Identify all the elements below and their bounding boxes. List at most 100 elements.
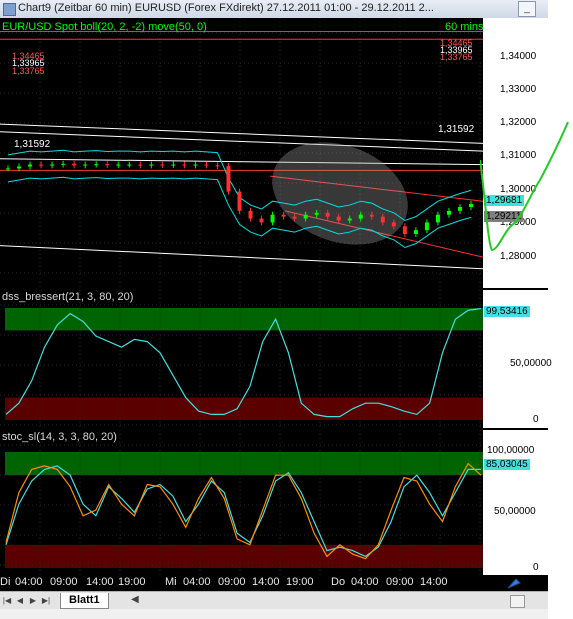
oversold-zone xyxy=(5,397,483,420)
sheet-tab-blatt1[interactable]: Blatt1 xyxy=(60,593,109,609)
time-label: 09:00 xyxy=(50,576,78,588)
candle-body xyxy=(314,212,319,215)
candle-body xyxy=(446,210,451,215)
stoc-panel[interactable]: stoc_sl(14, 3, 3, 80, 20) 100,00000 85,0… xyxy=(0,430,548,575)
trend-line xyxy=(0,131,483,152)
price-caption: EUR/USD Spot boll(20, 2, -2) move(50, 0) xyxy=(2,21,207,33)
time-label: 19:00 xyxy=(118,576,146,588)
candle-body xyxy=(17,166,22,169)
candle-body xyxy=(424,222,429,231)
candle-body xyxy=(149,164,154,166)
candle-body xyxy=(281,214,286,217)
sheet-bar: |◀ ◀ ▶ ▶| Blatt1 ◀ xyxy=(0,591,548,610)
dss-tick: 0 xyxy=(533,414,539,425)
dss-panel[interactable]: dss_bressert(21, 3, 80, 20) 99,53416 50,… xyxy=(0,290,552,428)
candle-body xyxy=(237,191,242,211)
candle-body xyxy=(226,166,231,192)
stoc-tick: 100,00000 xyxy=(487,445,535,456)
stoc-tick: 0 xyxy=(533,562,539,573)
candle-body xyxy=(347,218,352,221)
title-bar: Chart9 (Zeitbar 60 min) EURUSD (Forex FX… xyxy=(0,0,548,19)
candle-body xyxy=(292,216,297,219)
overbought-zone xyxy=(5,452,483,476)
candle-body xyxy=(303,214,308,219)
stoc-line-2 xyxy=(5,462,482,560)
dss-caption: dss_bressert(21, 3, 80, 20) xyxy=(2,291,134,303)
candle-body xyxy=(369,214,374,217)
candle-body xyxy=(469,203,473,207)
candle-body xyxy=(50,164,55,166)
time-axis: Di 04:00 09:00 14:00 19:00 Mi 04:00 09:0… xyxy=(0,575,548,591)
hand-drawn-annotation xyxy=(480,121,569,252)
candle-body xyxy=(138,164,143,166)
price-tick: 1,33000 xyxy=(500,84,537,95)
time-label: 09:00 xyxy=(218,576,246,588)
chart-area[interactable]: EUR/USD Spot boll(20, 2, -2) move(50, 0)… xyxy=(0,18,552,575)
time-label: 09:00 xyxy=(386,576,414,588)
candle-body xyxy=(105,164,110,166)
time-label: Di xyxy=(0,576,11,588)
chart-tool-icon[interactable] xyxy=(504,575,524,591)
candle-body xyxy=(94,164,99,166)
time-label: Do xyxy=(331,576,346,588)
stoc-caption: stoc_sl(14, 3, 3, 80, 20) xyxy=(2,431,117,443)
candle-body xyxy=(160,164,165,166)
candle-body xyxy=(325,212,330,217)
scroll-thumb[interactable] xyxy=(510,595,525,608)
candle-body xyxy=(83,164,88,166)
candle-body xyxy=(204,164,209,166)
chart-window-icon xyxy=(3,3,16,16)
candle-body xyxy=(358,214,363,219)
minimize-button[interactable]: _ xyxy=(518,1,536,17)
candle-body xyxy=(28,164,33,167)
price-panel[interactable]: EUR/USD Spot boll(20, 2, -2) move(50, 0)… xyxy=(0,18,548,288)
dss-plot xyxy=(0,290,483,428)
stoc-current-badge: 85,03045 xyxy=(484,459,530,470)
time-label: 04:00 xyxy=(183,576,211,588)
time-label: 14:00 xyxy=(252,576,280,588)
candle-body xyxy=(127,164,132,166)
prev-icon[interactable]: ◀ xyxy=(15,595,25,606)
red-label-left: 1,33765 xyxy=(12,66,45,76)
overbought-zone xyxy=(5,308,483,331)
candle-body xyxy=(215,165,220,167)
interval-label: 60 mins xyxy=(445,21,484,33)
candle-body xyxy=(193,164,198,166)
trend-line xyxy=(0,245,483,270)
next-icon[interactable]: ▶ xyxy=(28,595,38,606)
time-label: 14:00 xyxy=(86,576,114,588)
line-label-left: 1,31592 xyxy=(14,139,51,150)
candle-body xyxy=(171,164,176,166)
time-label: 04:00 xyxy=(15,576,43,588)
candle-body xyxy=(259,218,264,223)
last-icon[interactable]: ▶| xyxy=(41,595,51,606)
window-title: Chart9 (Zeitbar 60 min) EURUSD (Forex FX… xyxy=(18,2,434,14)
scroll-left-icon[interactable]: ◀ xyxy=(131,594,139,605)
candle-body xyxy=(435,214,440,223)
candle-body xyxy=(72,163,77,166)
window-frame xyxy=(0,609,548,619)
trend-line xyxy=(0,158,483,166)
candle-body xyxy=(61,163,66,165)
line-label-right: 1,31592 xyxy=(438,124,475,135)
candle-body xyxy=(380,216,385,223)
time-label: 04:00 xyxy=(351,576,379,588)
time-label: Mi xyxy=(165,576,177,588)
red-label-right: 1,33765 xyxy=(440,52,473,62)
trend-line xyxy=(0,123,483,144)
time-label: 19:00 xyxy=(286,576,314,588)
candle-body xyxy=(248,210,253,219)
candle-body xyxy=(402,226,407,234)
candle-body xyxy=(6,168,10,170)
candle-body xyxy=(413,230,418,234)
time-label: 14:00 xyxy=(420,576,448,588)
stoc-plot xyxy=(0,430,483,575)
candle-body xyxy=(270,214,275,223)
dss-tick: 50,00000 xyxy=(510,358,552,369)
price-tick: 1,34000 xyxy=(500,51,537,62)
candle-body xyxy=(391,222,396,227)
candle-body xyxy=(39,164,44,166)
first-icon[interactable]: |◀ xyxy=(2,595,12,606)
candle-body xyxy=(116,164,121,166)
candle-body xyxy=(457,207,462,211)
